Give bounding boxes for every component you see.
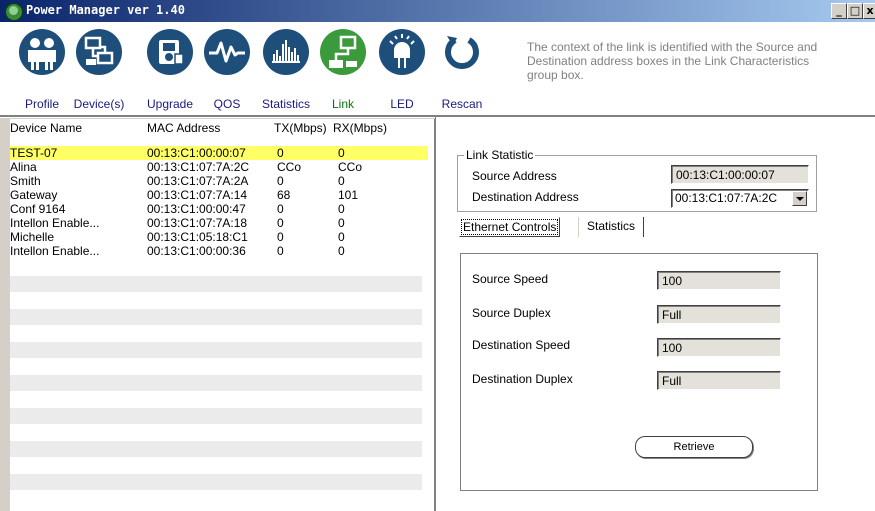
window-title: Power Manager ver 1.40 (26, 3, 185, 17)
waveform-icon (204, 29, 250, 75)
device-name-cell: Intellon Enable... (10, 216, 100, 230)
maximize-button[interactable]: □ (847, 3, 863, 19)
empty-row (10, 375, 422, 391)
rx-cell: 0 (338, 202, 345, 216)
rx-cell: 0 (338, 146, 345, 160)
destination-duplex-field[interactable]: Full (657, 371, 781, 390)
device-name-cell: Intellon Enable... (10, 244, 100, 258)
toolbar-devices[interactable]: Device(s) (71, 28, 127, 112)
bar-graph-icon (263, 29, 309, 75)
table-row[interactable]: Michelle 00:13:C1:05:18:C1 0 0 (10, 230, 428, 244)
empty-row (10, 309, 422, 325)
column-header-mac-address[interactable]: MAC Address (147, 121, 220, 135)
toolbar-profile[interactable]: Profile (14, 28, 70, 112)
column-header-tx[interactable]: TX(Mbps) (274, 121, 327, 135)
empty-row (10, 408, 422, 424)
toolbar-led[interactable]: LED (374, 28, 430, 112)
table-row[interactable]: Gateway 00:13:C1:07:7A:14 68 101 (10, 188, 428, 202)
table-row[interactable]: Intellon Enable... 00:13:C1:00:00:36 0 0 (10, 244, 428, 258)
link-statistic-title: Link Statistic (464, 148, 536, 162)
empty-row (10, 276, 422, 292)
people-icon (19, 29, 65, 75)
minimize-button[interactable]: _ (831, 3, 847, 19)
tx-cell: 0 (277, 216, 284, 230)
table-row[interactable]: Alina 00:13:C1:07:7A:2C CCo CCo (10, 160, 428, 174)
toolbar-statistics[interactable]: Statistics (258, 28, 314, 112)
device-name-cell: Gateway (10, 188, 58, 202)
table-row[interactable]: Conf 9164 00:13:C1:00:00:47 0 0 (10, 202, 428, 216)
empty-row (10, 342, 422, 358)
toolbar-rescan[interactable]: Rescan (434, 28, 490, 112)
destination-address-dropdown[interactable]: 00:13:C1:07:7A:2C (671, 189, 809, 208)
destination-duplex-label: Destination Duplex (472, 372, 573, 386)
destination-speed-label: Destination Speed (472, 338, 571, 352)
column-header-device-name[interactable]: Device Name (10, 121, 82, 135)
mac-address-cell: 00:13:C1:00:00:36 (147, 244, 246, 258)
device-name-cell: Alina (10, 160, 37, 174)
tx-cell: 0 (277, 244, 284, 258)
column-header-rx[interactable]: RX(Mbps) (333, 121, 387, 135)
rx-cell: 0 (338, 216, 345, 230)
empty-row (10, 474, 422, 490)
title-bar: Power Manager ver 1.40 _ □ x (0, 0, 875, 22)
tx-cell: 0 (277, 230, 284, 244)
device-name-cell: Michelle (10, 230, 55, 244)
led-light-icon (379, 29, 425, 75)
device-name-cell: Conf 9164 (10, 202, 66, 216)
mac-address-cell: 00:13:C1:00:00:07 (147, 146, 246, 160)
toolbar-label-rescan: Rescan (441, 97, 483, 111)
close-button[interactable]: x (863, 3, 875, 19)
rx-cell: 0 (338, 244, 345, 258)
tx-cell: 0 (277, 174, 284, 188)
upgrade-disk-icon (147, 29, 193, 75)
network-devices-icon (76, 29, 122, 75)
app-globe-icon (5, 3, 23, 21)
mac-address-cell: 00:13:C1:05:18:C1 (147, 230, 248, 244)
tx-cell: 68 (277, 188, 291, 202)
destination-speed-field[interactable]: 100 (657, 338, 781, 357)
rx-cell: CCo (338, 160, 363, 174)
mac-address-cell: 00:13:C1:07:7A:18 (147, 216, 248, 230)
device-name-cell: Smith (10, 174, 41, 188)
toolbar-upgrade[interactable]: Upgrade (142, 28, 198, 112)
toolbar-link[interactable]: Link (315, 28, 371, 112)
source-address-label: Source Address (472, 169, 557, 183)
tab-ethernet-controls[interactable]: Ethernet Controls (459, 217, 561, 237)
rescan-refresh-icon (439, 29, 485, 75)
toolbar-label-qos: QOS (213, 97, 241, 111)
mac-address-cell: 00:13:C1:07:7A:14 (147, 188, 248, 202)
toolbar: Profile Device(s) Upgrade QOS Statistics… (0, 22, 875, 115)
mac-address-cell: 00:13:C1:07:7A:2A (147, 174, 249, 188)
table-row[interactable]: Smith 00:13:C1:07:7A:2A 0 0 (10, 174, 428, 188)
rx-cell: 0 (338, 174, 345, 188)
toolbar-qos[interactable]: QOS (199, 28, 255, 112)
destination-address-label: Destination Address (472, 190, 579, 204)
device-name-cell: TEST-07 (10, 146, 58, 160)
table-row[interactable]: TEST-07 00:13:C1:00:00:07 0 0 (10, 146, 428, 160)
destination-address-value: 00:13:C1:07:7A:2C (675, 191, 778, 205)
source-address-field[interactable]: 00:13:C1:00:00:07 (671, 165, 809, 184)
tx-cell: CCo (277, 160, 302, 174)
link-network-icon (320, 29, 366, 75)
tab-statistics[interactable]: Statistics (578, 217, 645, 237)
toolbar-label-led: LED (390, 97, 414, 111)
context-hint-text: The context of the link is identified wi… (527, 40, 818, 82)
mac-address-cell: 00:13:C1:07:7A:2C (147, 160, 250, 174)
rx-cell: 101 (338, 188, 359, 202)
empty-row (10, 441, 422, 457)
source-speed-field[interactable]: 100 (657, 271, 781, 290)
rx-cell: 0 (338, 230, 345, 244)
chevron-down-icon[interactable] (792, 191, 807, 206)
source-speed-label: Source Speed (472, 272, 549, 286)
source-duplex-label: Source Duplex (472, 306, 551, 320)
toolbar-label-link: Link (331, 97, 354, 111)
table-row[interactable]: Intellon Enable... 00:13:C1:07:7A:18 0 0 (10, 216, 428, 230)
tx-cell: 0 (277, 202, 284, 216)
mac-address-cell: 00:13:C1:00:00:47 (147, 202, 246, 216)
source-duplex-field[interactable]: Full (657, 305, 781, 324)
toolbar-label-devices: Device(s) (73, 97, 125, 111)
retrieve-button[interactable]: Retrieve (635, 436, 753, 458)
tx-cell: 0 (277, 146, 284, 160)
